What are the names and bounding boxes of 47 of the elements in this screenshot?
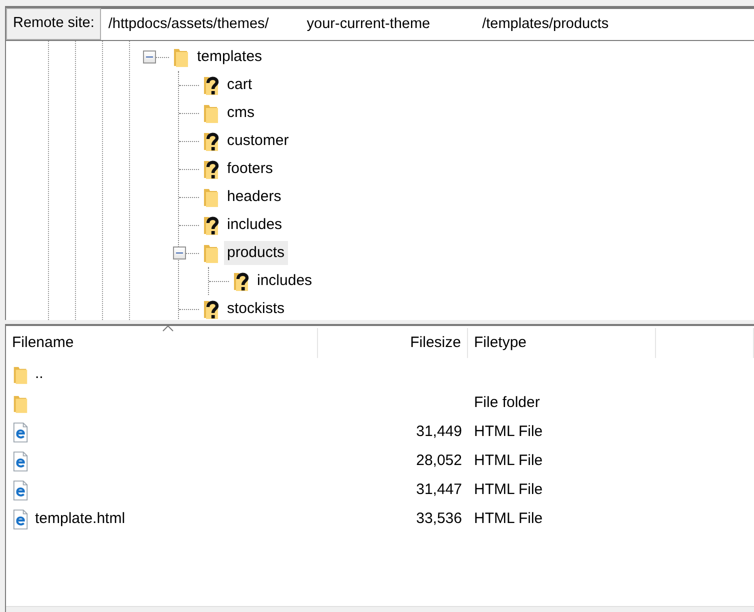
collapse-toggle[interactable] [143,50,156,64]
column-header[interactable]: Filetype [468,328,656,358]
tree-item[interactable]: headers [224,185,284,209]
tree-item[interactable]: products [224,241,288,265]
file-type: HTML File [474,509,543,530]
file-type: HTML File [474,422,543,442]
question-folder-icon [202,158,220,180]
tree-item[interactable]: includes [224,213,286,237]
question-folder-icon [202,130,220,152]
column-header[interactable]: Filename [6,328,318,358]
tree-item[interactable]: cart [224,73,256,97]
address-label: Remote site: [6,8,102,40]
path-text: /templates/products [482,14,609,34]
folder-icon [202,186,220,208]
file-size: 31,449 [416,422,462,442]
tree-item[interactable]: customer [224,129,292,153]
path-text: /httpdocs/assets/themes/ [108,14,269,34]
tree-item[interactable]: includes [254,269,316,293]
file-type: File folder [474,393,540,414]
html-file-icon [12,509,29,530]
folder-icon [12,393,29,414]
folder-icon [202,102,220,124]
tree-item[interactable]: footers [224,157,276,181]
html-file-icon [12,422,29,443]
folder-icon [172,46,190,68]
file-type: HTML File [474,480,543,500]
file-name: .. [35,364,44,384]
html-file-icon [12,480,29,501]
file-type: HTML File [474,451,543,472]
tree-item[interactable]: cms [224,101,258,125]
file-name: template.html [35,509,126,530]
path-text: your-current-theme [306,14,430,34]
folder-icon [12,364,29,385]
html-file-icon [12,451,29,472]
question-folder-icon [202,214,220,236]
folder-icon [202,242,220,264]
tree-item[interactable]: templates [194,45,266,69]
tree-item[interactable]: stockists [224,297,288,320]
file-size: 31,447 [416,480,462,500]
question-folder-icon [202,74,220,96]
path-field[interactable]: /httpdocs/assets/themes/ your-current-theme /templates/products [101,8,754,40]
question-folder-icon [202,298,220,320]
collapse-toggle[interactable] [173,246,186,260]
question-folder-icon [232,270,250,292]
file-size: 28,052 [416,451,462,472]
column-header[interactable]: Filesize [318,328,468,358]
file-size: 33,536 [416,509,462,530]
